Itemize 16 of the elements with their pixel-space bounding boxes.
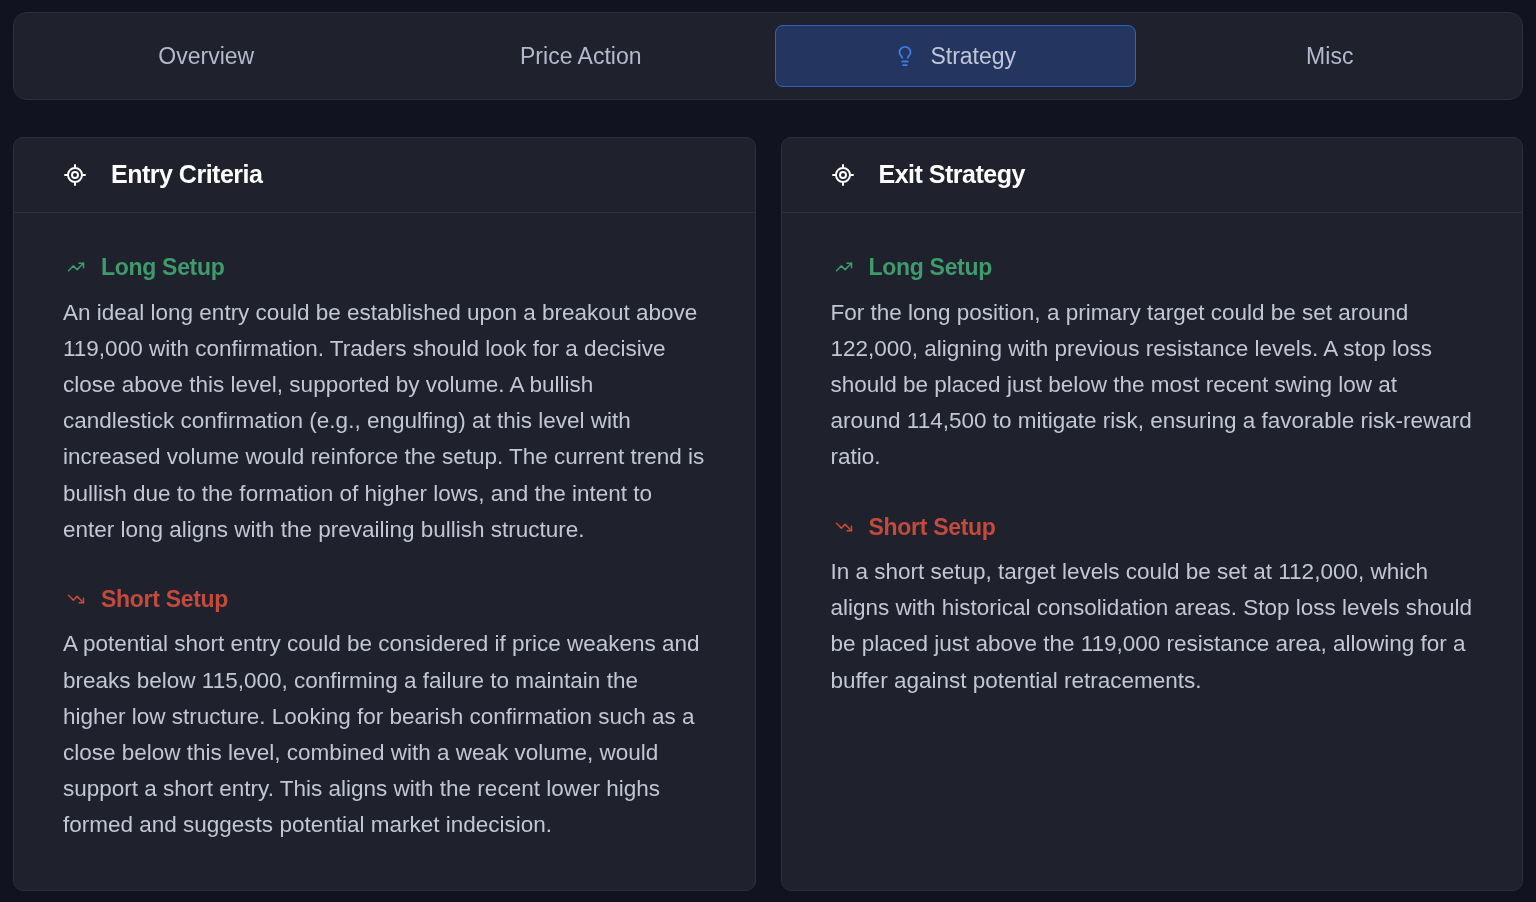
crosshair-icon <box>63 163 87 187</box>
setup-description: For the long position, a primary target could be set around 122,000, aligning with previous resistance levels. A stop loss should be placed just below the most recent swing low at around 114,500 to mitigate risk, ensuring a favorable risk-reward ratio. <box>830 298 1473 472</box>
setup-description: In a short setup, target levels could be set at 112,000, which aligns with historical consolidation areas. Stop loss levels should be placed just above the 119,000 resistance area, allowing for a buffer against potential retracements. <box>830 558 1473 695</box>
long-setup-heading: Long Setup <box>868 253 992 282</box>
short-setup-heading: Short Setup <box>868 512 996 542</box>
setup-description: An ideal long entry could be established upon a breakout above 119,000 with confirmation. Traders should look for a decisive close above this level, supported by volume. A bullish candlestick confirmation (e.g., engulfing) at this level with increased volume would reinforce the setup. The current trend is bullish due to the formation of higher lows, and the intent to enter long aligns with the prevailing bullish structure. <box>63 298 706 544</box>
setup-description: A potential short entry could be considered if price weakens and breaks below 115,000, confirming a failure to maintain the higher low structure. Looking for bearish confirmation such as a close below this level, combined with a weak volume, would support a short entry. This aligns with the recent lower highs formed and suggests potential market indecision. <box>63 630 701 840</box>
tab[interactable]: Overview <box>26 25 387 87</box>
card-title: Entry Criteria <box>111 159 263 191</box>
short-setup-heading: Short Setup <box>101 584 229 614</box>
card-title: Exit Strategy <box>878 159 1025 191</box>
tab[interactable]: Misc <box>1149 25 1510 87</box>
long-setup-heading: Long Setup <box>101 253 225 282</box>
crosshair-icon <box>830 163 855 187</box>
tab[interactable]: Price Action <box>400 25 761 87</box>
tab[interactable]: Strategy <box>775 25 1136 87</box>
